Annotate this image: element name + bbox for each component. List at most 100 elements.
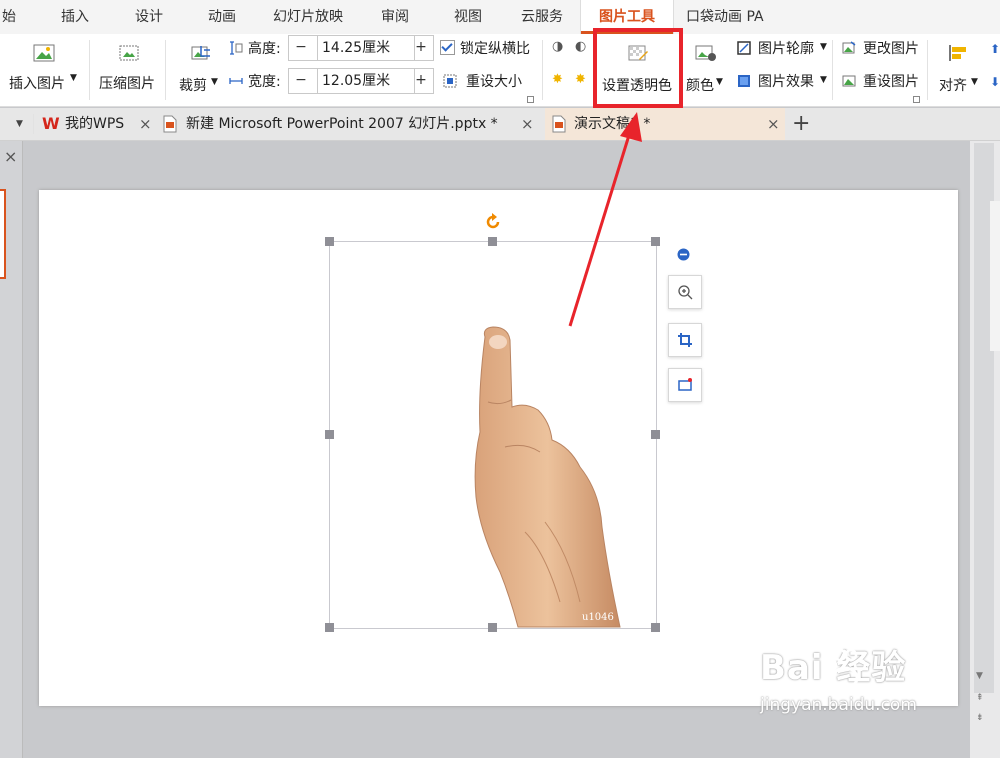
- brightness-icon[interactable]: ✸: [552, 72, 563, 87]
- divider: [89, 40, 90, 100]
- presentation-file-icon: [163, 115, 177, 133]
- collapse-toolbar-icon[interactable]: [677, 248, 690, 261]
- tab-list-dropdown-icon[interactable]: ▼: [16, 108, 23, 140]
- tab-my-wps[interactable]: W 我的WPS ×: [36, 108, 154, 140]
- contrast-decrease-icon[interactable]: ◐: [575, 39, 586, 54]
- lock-ratio-checkbox[interactable]: [440, 40, 455, 55]
- divider: [542, 40, 543, 100]
- rotate-handle-icon[interactable]: [484, 213, 502, 231]
- color-icon: [695, 45, 716, 61]
- resize-handle-bottom-right[interactable]: [651, 623, 660, 632]
- tab-view[interactable]: 视图: [454, 0, 482, 34]
- lock-ratio-label[interactable]: 锁定纵横比: [460, 38, 530, 58]
- prev-slide-icon[interactable]: ⇞: [976, 693, 984, 703]
- zoom-in-button[interactable]: [668, 275, 702, 309]
- paw-logo-icon: [824, 648, 867, 690]
- close-pane-icon[interactable]: ×: [4, 147, 17, 166]
- resize-handle-top-left[interactable]: [325, 237, 334, 246]
- wps-logo-icon: W: [42, 114, 60, 133]
- slide-canvas[interactable]: u1046: [39, 190, 958, 706]
- scrollbar-edge: [990, 201, 1000, 351]
- next-slide-icon[interactable]: ⇟: [976, 713, 984, 723]
- brightness-decrease-icon[interactable]: ✸: [575, 72, 586, 87]
- height-icon: [230, 41, 243, 55]
- width-icon: [229, 78, 243, 84]
- slide-thumbnail-pane: ×: [0, 141, 23, 758]
- rotate-icon[interactable]: ⬆: [990, 42, 1000, 56]
- resize-handle-bottom-left[interactable]: [325, 623, 334, 632]
- reset-picture-icon: [842, 75, 856, 87]
- reset-size-button[interactable]: 重设大小: [466, 71, 522, 91]
- chevron-down-icon[interactable]: ▼: [971, 77, 978, 87]
- height-stepper: − 14.25厘米 +: [288, 35, 434, 61]
- change-picture-button[interactable]: 更改图片: [863, 38, 919, 58]
- picture-effect-button[interactable]: 图片效果: [758, 71, 814, 91]
- resize-handle-top[interactable]: [488, 237, 497, 246]
- chevron-down-icon[interactable]: ▼: [70, 73, 77, 83]
- tab-label: 我的WPS: [65, 116, 125, 132]
- chevron-down-icon[interactable]: ▼: [716, 77, 723, 87]
- tab-label: 新建 Microsoft PowerPoint 2007 幻灯片.pptx *: [186, 116, 498, 132]
- close-icon[interactable]: ×: [139, 108, 152, 140]
- width-input[interactable]: 12.05厘米: [317, 69, 415, 93]
- width-decrement-button[interactable]: −: [289, 69, 313, 93]
- resize-handle-top-right[interactable]: [651, 237, 660, 246]
- crop-button[interactable]: 裁剪: [179, 75, 207, 95]
- height-decrement-button[interactable]: −: [289, 36, 313, 60]
- tab-cloud[interactable]: 云服务: [521, 0, 563, 34]
- annotation-arrow: [568, 112, 642, 327]
- group-icon[interactable]: ⬇: [990, 75, 1000, 89]
- picture-effect-icon: [738, 75, 750, 87]
- divider: [33, 114, 34, 134]
- divider: [832, 40, 833, 100]
- width-stepper: − 12.05厘米 +: [288, 68, 434, 94]
- resize-handle-left[interactable]: [325, 430, 334, 439]
- reset-picture-button[interactable]: 重设图片: [863, 71, 919, 91]
- chevron-down-icon[interactable]: ▼: [820, 42, 827, 52]
- tab-design[interactable]: 设计: [135, 0, 163, 34]
- resize-handle-bottom[interactable]: [488, 623, 497, 632]
- picture-outline-button[interactable]: 图片轮廓: [758, 38, 814, 58]
- color-button[interactable]: 颜色: [686, 75, 714, 95]
- close-icon[interactable]: ×: [521, 108, 534, 140]
- scroll-down-icon[interactable]: ▼: [976, 671, 983, 681]
- height-label: 高度:: [248, 41, 281, 57]
- size-dialog-launcher[interactable]: [527, 96, 534, 103]
- tab-pptx-document[interactable]: 新建 Microsoft PowerPoint 2007 幻灯片.pptx * …: [158, 108, 538, 140]
- close-icon[interactable]: ×: [767, 108, 780, 140]
- zoom-in-icon: [678, 285, 693, 300]
- tab-pocket-animation[interactable]: 口袋动画 PA: [686, 0, 764, 34]
- divider: [927, 40, 928, 100]
- chevron-down-icon[interactable]: ▼: [211, 77, 218, 87]
- tab-review[interactable]: 审阅: [381, 0, 409, 34]
- crop-float-button[interactable]: [668, 323, 702, 357]
- compress-picture-button[interactable]: 压缩图片: [99, 73, 155, 93]
- picture-dialog-launcher[interactable]: [913, 96, 920, 103]
- contrast-icon[interactable]: ◑: [552, 39, 563, 54]
- align-button[interactable]: 对齐: [939, 75, 967, 95]
- tab-insert[interactable]: 插入: [61, 0, 89, 34]
- tab-start[interactable]: 始: [2, 0, 16, 34]
- add-tab-button[interactable]: +: [792, 108, 810, 140]
- reset-size-icon: [443, 74, 457, 88]
- ribbon-tab-bar: 始 插入 设计 动画 幻灯片放映 审阅 视图 云服务 图片工具 口袋动画 PA: [0, 0, 1000, 34]
- height-input[interactable]: 14.25厘米: [317, 36, 415, 60]
- compress-picture-icon: [119, 45, 139, 61]
- tab-animation[interactable]: 动画: [208, 0, 236, 34]
- height-increment-button[interactable]: +: [409, 36, 433, 60]
- vertical-scrollbar[interactable]: ▼ ⇞ ⇟: [970, 141, 1000, 758]
- resize-handle-right[interactable]: [651, 430, 660, 439]
- crop-icon: [191, 46, 210, 60]
- divider: [165, 40, 166, 100]
- image-caption: u1046: [582, 612, 614, 623]
- width-label: 宽度:: [248, 74, 281, 90]
- chevron-down-icon[interactable]: ▼: [820, 75, 827, 85]
- crop-icon: [678, 333, 692, 347]
- change-picture-icon: [842, 41, 856, 54]
- insert-picture-button[interactable]: 插入图片: [9, 73, 65, 93]
- slide-thumbnail[interactable]: [0, 189, 6, 279]
- tab-slideshow[interactable]: 幻灯片放映: [273, 0, 343, 34]
- align-icon: [949, 45, 966, 61]
- width-increment-button[interactable]: +: [409, 69, 433, 93]
- outline-float-button[interactable]: [668, 368, 702, 402]
